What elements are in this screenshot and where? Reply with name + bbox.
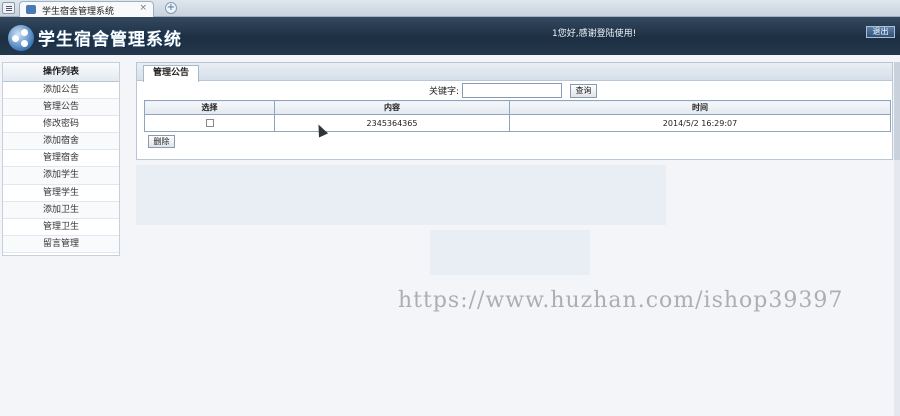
new-tab-icon[interactable]: + (165, 2, 177, 14)
tab-manage-notice[interactable]: 管理公告 (143, 65, 199, 82)
sidebar-item-add-notice[interactable]: 添加公告 (3, 82, 119, 100)
logo-icon (8, 25, 34, 51)
row-select-cell (144, 114, 275, 132)
sidebar-item-manage-dorm[interactable]: 管理宿舍 (3, 150, 119, 168)
sidebar-item-manage-hygiene[interactable]: 管理卫生 (3, 219, 119, 236)
keyword-label: 关键字: (429, 87, 460, 97)
search-row: 关键字: 查询 (137, 83, 892, 99)
background-remnant (136, 165, 666, 225)
welcome-message: 1您好,感谢登陆使用! (552, 29, 637, 39)
sidebar-title: 操作列表 (3, 63, 119, 82)
tab-menu-icon[interactable] (2, 2, 15, 14)
sidebar-item-add-hygiene[interactable]: 添加卫生 (3, 201, 119, 219)
background-remnant (430, 230, 590, 275)
browser-tab-strip: 学生宿舍管理系统 × + (0, 0, 900, 17)
browser-tab-title: 学生宿舍管理系统 (42, 7, 115, 17)
tab-close-icon[interactable]: × (139, 3, 147, 13)
sidebar-item-manage-student[interactable]: 管理学生 (3, 185, 119, 202)
sidebar-item-message-manage[interactable]: 留言管理 (3, 235, 119, 253)
page-scrollbar[interactable] (894, 62, 900, 416)
table-header-row: 选择 内容 时间 (144, 100, 891, 115)
table-row: 2345364365 2014/5/2 16:29:07 (144, 114, 891, 132)
row-content-cell: 2345364365 (274, 114, 510, 132)
notice-table: 选择 内容 时间 2345364365 2014/5/2 16:29:07 (144, 100, 891, 132)
column-header-select: 选择 (144, 100, 275, 115)
logout-button[interactable]: 退出 (866, 26, 895, 38)
watermark: https://www.huzhan.com/ishop39397 (398, 288, 844, 313)
column-header-time: 时间 (509, 100, 891, 115)
sidebar-item-manage-notice[interactable]: 管理公告 (3, 99, 119, 117)
sidebar-item-add-student[interactable]: 添加学生 (3, 167, 119, 185)
row-checkbox[interactable] (205, 119, 214, 127)
delete-button[interactable]: 删除 (148, 135, 175, 148)
app-header: 学生宿舍管理系统 1您好,感谢登陆使用! 退出 (0, 17, 900, 55)
row-time-cell: 2014/5/2 16:29:07 (509, 114, 891, 132)
browser-tab[interactable]: 学生宿舍管理系统 × (19, 1, 154, 17)
scrollbar-thumb[interactable] (894, 62, 900, 160)
favicon-icon (26, 5, 36, 14)
column-header-content: 内容 (274, 100, 510, 115)
app-logo-title: 学生宿舍管理系统 (38, 30, 182, 50)
keyword-input[interactable] (462, 83, 562, 98)
sidebar-item-add-dorm[interactable]: 添加宿舍 (3, 133, 119, 151)
panel-tabbar: 管理公告 (137, 63, 892, 82)
main-panel: 管理公告 关键字: 查询 选择 内容 时间 2345364365 2014/5/… (136, 62, 893, 160)
sidebar: 操作列表 添加公告 管理公告 修改密码 添加宿舍 管理宿舍 添加学生 管理学生 … (2, 62, 120, 256)
sidebar-item-change-password[interactable]: 修改密码 (3, 116, 119, 134)
query-button[interactable]: 查询 (570, 84, 597, 98)
